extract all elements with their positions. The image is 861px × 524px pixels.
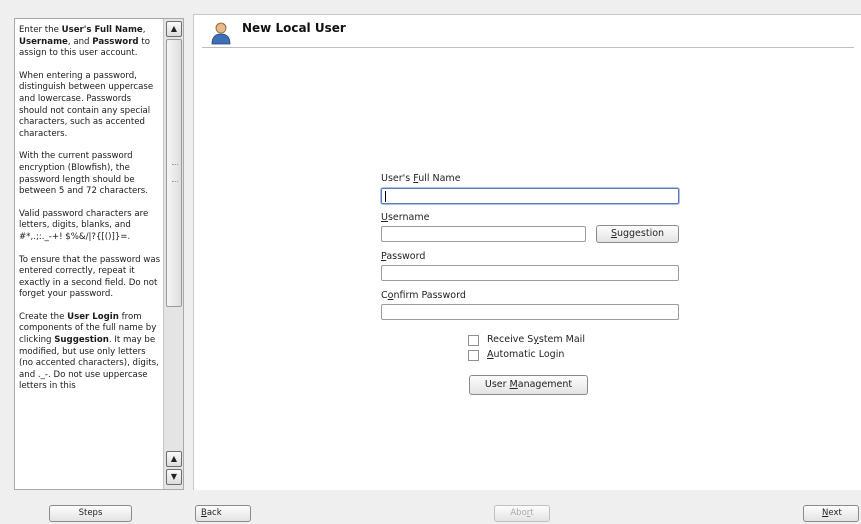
user-management-button[interactable]: User Management (469, 375, 588, 395)
scroll-up-small-icon[interactable]: ▲ (166, 451, 182, 467)
steps-button[interactable]: Steps (49, 505, 132, 522)
user-icon (211, 22, 231, 45)
automatic-login-checkbox[interactable] (468, 350, 479, 361)
help-paragraph: With the current password encryption (Bl… (19, 151, 149, 197)
main-panel: New Local User User's Full Name Username… (193, 14, 861, 490)
help-paragraph: Create the User Login from components of… (19, 311, 159, 392)
scrollbar-grip (172, 164, 178, 182)
scroll-up-icon[interactable]: ▲ (166, 21, 182, 37)
help-paragraph: Enter the User's Full Name, Username, an… (19, 25, 150, 59)
back-button[interactable]: Back (195, 505, 251, 522)
suggestion-button[interactable]: Suggestion (596, 225, 679, 243)
abort-button[interactable]: Abort (494, 505, 550, 522)
help-scrollbar[interactable]: ▲ ▲ ▼ (163, 19, 183, 489)
help-text: Enter the User's Full Name, Username, an… (19, 25, 161, 487)
username-label: Username (381, 212, 430, 223)
username-input[interactable] (381, 226, 586, 242)
confirm-password-label: Confirm Password (381, 290, 466, 301)
help-paragraph: To ensure that the password was entered … (19, 254, 161, 300)
next-button[interactable]: Next (803, 505, 859, 522)
receive-system-mail-label: Receive System Mail (487, 334, 585, 345)
help-paragraph: Valid password characters are letters, d… (19, 208, 149, 242)
title-divider (202, 47, 854, 48)
scroll-down-icon[interactable]: ▼ (166, 469, 182, 485)
text-caret (385, 191, 386, 202)
password-input[interactable] (381, 265, 679, 281)
password-label: Password (381, 251, 426, 262)
help-paragraph: When entering a password, distinguish be… (19, 70, 154, 139)
confirm-password-input[interactable] (381, 304, 679, 320)
automatic-login-label: Automatic Login (487, 349, 565, 360)
yast-window: Enter the User's Full Name, Username, an… (0, 0, 861, 524)
page-title: New Local User (242, 21, 346, 35)
help-panel: Enter the User's Full Name, Username, an… (14, 18, 184, 490)
scrollbar-thumb[interactable] (166, 39, 182, 307)
receive-system-mail-checkbox[interactable] (468, 335, 479, 346)
full-name-input[interactable] (381, 188, 679, 204)
full-name-label: User's Full Name (381, 173, 461, 184)
